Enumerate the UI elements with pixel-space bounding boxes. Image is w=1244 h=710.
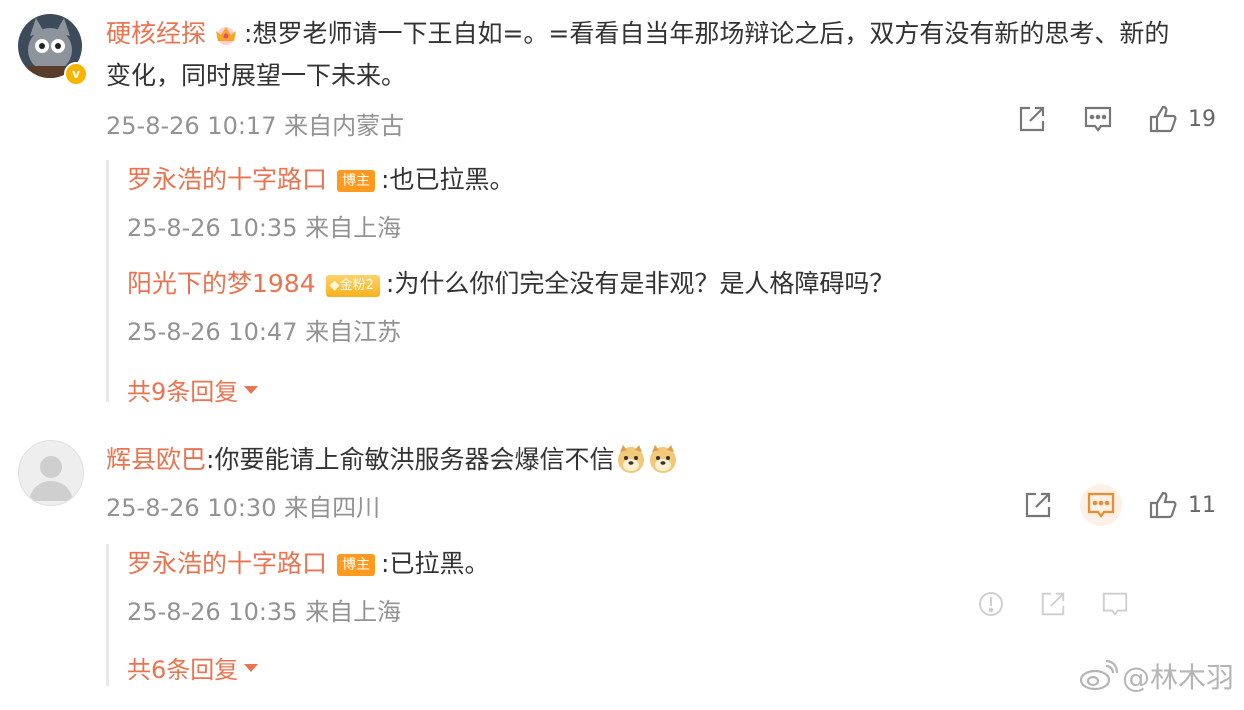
reply-time: 25-8-26 10:35 <box>127 598 298 626</box>
share-icon <box>1025 492 1051 518</box>
share-button[interactable] <box>1039 590 1067 618</box>
comment-text: :想罗老师请一下王自如=。=看看自当年那场辩论之后，双方有没有新的思考、新的 <box>244 19 1170 48</box>
comment-meta: 25-8-26 10:17 来自内蒙古 <box>106 106 404 141</box>
comment-location: 来自内蒙古 <box>284 112 405 140</box>
like-button[interactable]: 19 <box>1148 104 1216 134</box>
comment-icon <box>1084 106 1112 132</box>
reply-location: 来自江苏 <box>305 318 402 346</box>
share-icon <box>1019 106 1045 132</box>
comment-actions: 11 <box>1022 484 1216 526</box>
view-more-replies[interactable]: 共9条回复 <box>127 372 260 407</box>
like-count: 19 <box>1188 106 1216 132</box>
reply-actions <box>977 590 1223 618</box>
comment-item: v 硬核经探 :想罗老师请一下王自如=。=看看自当年那场辩论之后，双方有没有新的思… <box>0 0 1244 420</box>
verified-badge-icon: v <box>64 62 88 86</box>
like-icon <box>1149 491 1177 519</box>
reply-username[interactable]: 阳光下的梦1984 <box>127 269 316 298</box>
reply-content: 罗永浩的十字路口 博主:已拉黑。 <box>127 544 489 584</box>
crown-icon <box>212 15 240 45</box>
avatar[interactable] <box>18 440 84 506</box>
like-button[interactable]: 11 <box>1148 490 1216 520</box>
reply-time: 25-8-26 10:35 <box>127 214 298 242</box>
view-more-replies[interactable]: 共6条回复 <box>127 650 260 685</box>
reply-list: 罗永浩的十字路口 博主:已拉黑。 25-8-26 10:35 来自上海 共6条回复 <box>106 544 1219 686</box>
host-badge: 博主 <box>337 170 376 192</box>
comment-text: :你要能请上俞敏洪服务器会爆信不信 <box>206 445 615 474</box>
comment-text-continued: 变化，同时展望一下未来。 <box>106 61 407 90</box>
comment-actions: 19 <box>1016 104 1216 134</box>
comment-button[interactable] <box>1101 590 1129 618</box>
share-button[interactable] <box>1016 104 1048 134</box>
comment-location: 来自四川 <box>284 494 381 522</box>
comment-button[interactable] <box>1082 104 1114 134</box>
doge-emoji <box>648 444 678 474</box>
reply-location: 来自上海 <box>305 214 402 242</box>
watermark: @林木羽 <box>1078 656 1234 696</box>
reply-text: :已拉黑。 <box>381 549 490 578</box>
comment-time: 25-8-26 10:17 <box>106 112 277 140</box>
comment-item: 辉县欧巴:你要能请上俞敏洪服务器会爆信不信 25-8-26 10:30 来自四川… <box>0 420 1244 700</box>
comment-username[interactable]: 辉县欧巴 <box>106 445 206 474</box>
reply-meta: 25-8-26 10:35 来自上海 <box>127 208 401 243</box>
reply-list: 罗永浩的十字路口 博主:也已拉黑。 25-8-26 10:35 来自上海 阳光下的… <box>106 160 1219 406</box>
report-button[interactable] <box>977 590 1005 618</box>
comment-username[interactable]: 硬核经探 <box>106 19 206 48</box>
reply-content: 罗永浩的十字路口 博主:也已拉黑。 <box>127 160 514 200</box>
report-icon <box>979 592 1003 616</box>
reply-time: 25-8-26 10:47 <box>127 318 298 346</box>
diamond-icon: ◆ <box>329 278 340 293</box>
comment-time: 25-8-26 10:30 <box>106 494 277 522</box>
comment-icon <box>1102 592 1128 616</box>
reply-text: :为什么你们完全没有是非观？是人格障碍吗？ <box>385 269 895 298</box>
reply-meta: 25-8-26 10:35 来自上海 <box>127 592 401 627</box>
reply-content: 阳光下的梦1984 ◆金粉2:为什么你们完全没有是非观？是人格障碍吗？ <box>127 264 894 304</box>
share-icon <box>1041 592 1065 616</box>
share-button[interactable] <box>1022 490 1054 520</box>
like-icon <box>1149 105 1177 133</box>
like-count: 11 <box>1188 492 1216 518</box>
reply-text: :也已拉黑。 <box>381 165 515 194</box>
comment-content: 硬核经探 :想罗老师请一下王自如=。=看看自当年那场辩论之后，双方有没有新的思考、… <box>106 12 1222 56</box>
reply-username[interactable]: 罗永浩的十字路口 <box>127 165 327 194</box>
doge-emoji <box>616 444 646 474</box>
watermark-text: @林木羽 <box>1121 661 1234 694</box>
weibo-logo-icon <box>1079 660 1118 691</box>
caret-down-icon <box>244 385 259 394</box>
reply-location: 来自上海 <box>305 598 402 626</box>
comment-icon <box>1087 492 1115 518</box>
reply-username[interactable]: 罗永浩的十字路口 <box>127 549 327 578</box>
reply-meta: 25-8-26 10:47 来自江苏 <box>127 312 401 347</box>
comment-content: 辉县欧巴:你要能请上俞敏洪服务器会爆信不信 <box>106 438 1222 482</box>
host-badge: 博主 <box>337 554 376 576</box>
caret-down-icon <box>244 663 259 672</box>
comment-meta: 25-8-26 10:30 来自四川 <box>106 488 380 523</box>
comment-button[interactable] <box>1080 484 1122 526</box>
fan-level-badge: ◆金粉2 <box>325 275 380 297</box>
